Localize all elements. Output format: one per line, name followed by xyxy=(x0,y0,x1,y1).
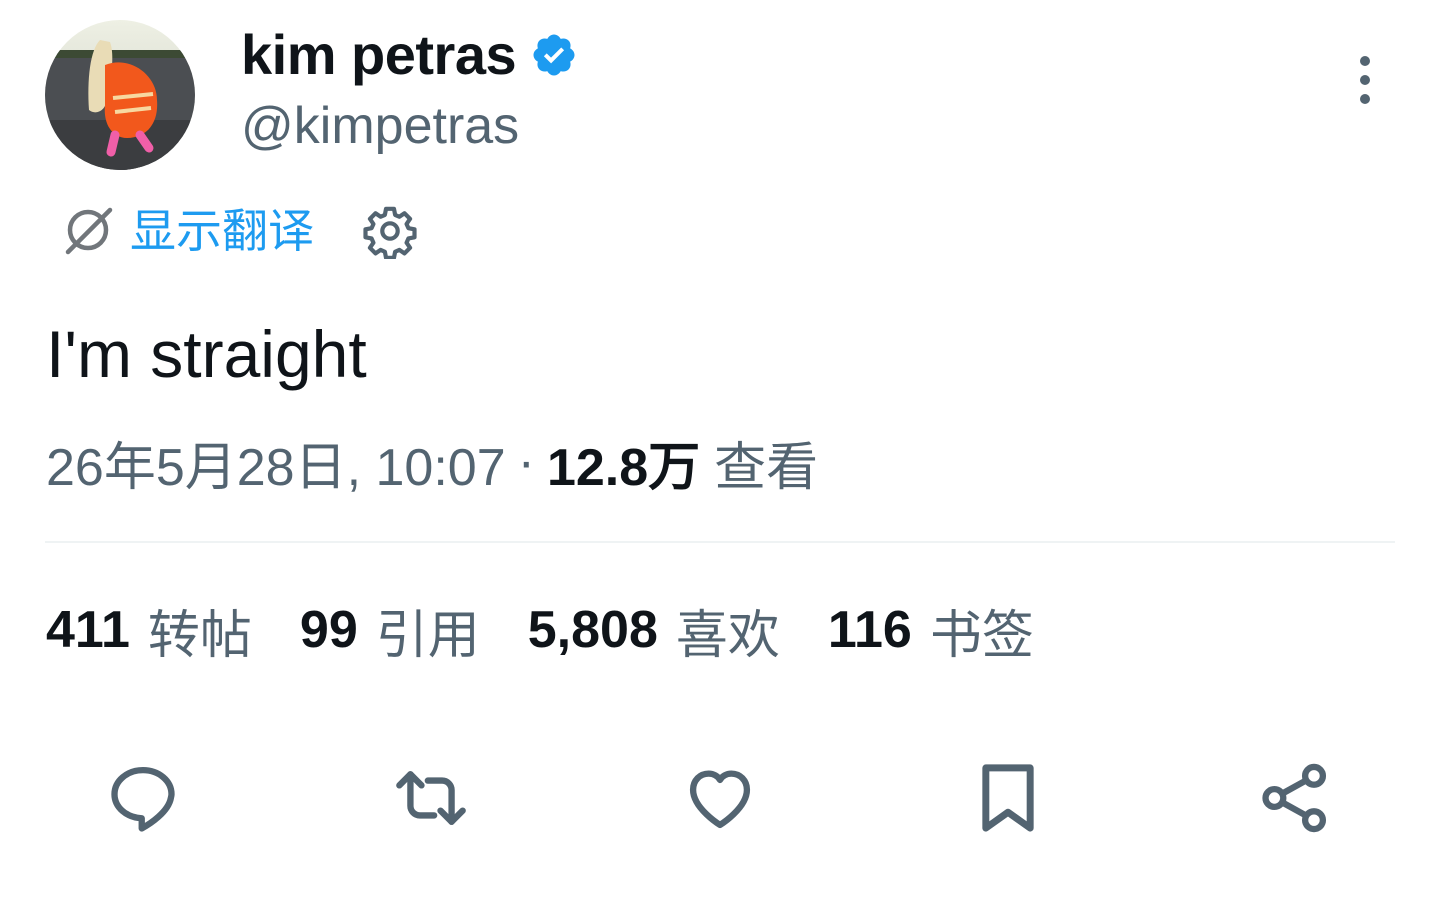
share-button[interactable] xyxy=(1257,760,1333,836)
translate-row: 显示翻译 xyxy=(58,200,418,262)
retweet-button[interactable] xyxy=(393,760,469,836)
reply-icon xyxy=(111,766,175,832)
like-button[interactable] xyxy=(682,760,758,836)
quotes-stat[interactable]: 99 引用 xyxy=(300,593,480,668)
meta-separator: · xyxy=(517,433,535,491)
tweet-meta: 26年5月28日, 10:07 · 12.8万 查看 xyxy=(46,428,818,497)
share-icon xyxy=(1262,763,1327,833)
verified-badge-icon[interactable] xyxy=(530,31,578,79)
gear-icon[interactable] xyxy=(362,203,418,260)
more-dot xyxy=(1360,94,1370,104)
show-translation-link[interactable]: 显示翻译 xyxy=(130,200,314,262)
retweets-label: 转帖 xyxy=(147,606,252,665)
bookmarks-stat[interactable]: 116 书签 xyxy=(828,593,1034,668)
tweet-detail: kim petras @kimpetras 显示翻译 I'm straight … xyxy=(0,0,1440,919)
likes-label: 喜欢 xyxy=(675,606,780,665)
views-count[interactable]: 12.8万 xyxy=(547,425,700,500)
bookmark-icon xyxy=(982,764,1034,832)
profile-photo-icon xyxy=(45,20,195,170)
translate-icon[interactable] xyxy=(58,202,116,260)
author-name-row[interactable]: kim petras xyxy=(241,22,578,88)
engagement-stats: 411 转帖 99 引用 5,808 喜欢 116 书签 xyxy=(46,596,1034,665)
likes-count: 5,808 xyxy=(527,601,658,659)
retweets-count: 411 xyxy=(46,601,130,659)
author-handle[interactable]: @kimpetras xyxy=(241,96,519,156)
display-name[interactable]: kim petras xyxy=(241,22,517,88)
more-options-button[interactable] xyxy=(1340,50,1390,110)
timestamp-link[interactable]: 26年5月28日, 10:07 xyxy=(46,425,506,500)
bookmarks-count: 116 xyxy=(827,601,912,659)
retweets-stat[interactable]: 411 转帖 xyxy=(46,593,252,668)
reply-button[interactable] xyxy=(105,760,181,836)
bookmarks-label: 书签 xyxy=(929,606,1034,665)
avatar[interactable] xyxy=(45,20,195,170)
more-dot xyxy=(1360,75,1370,85)
divider xyxy=(45,541,1395,543)
like-icon xyxy=(689,770,751,829)
more-dot xyxy=(1360,56,1370,66)
views-label[interactable]: 查看 xyxy=(714,425,818,500)
retweet-icon xyxy=(396,771,466,825)
likes-stat[interactable]: 5,808 喜欢 xyxy=(528,593,780,668)
tweet-text: I'm straight xyxy=(46,317,367,391)
quotes-label: 引用 xyxy=(375,606,480,665)
quotes-count: 99 xyxy=(299,601,358,659)
bookmark-button[interactable] xyxy=(970,760,1046,836)
